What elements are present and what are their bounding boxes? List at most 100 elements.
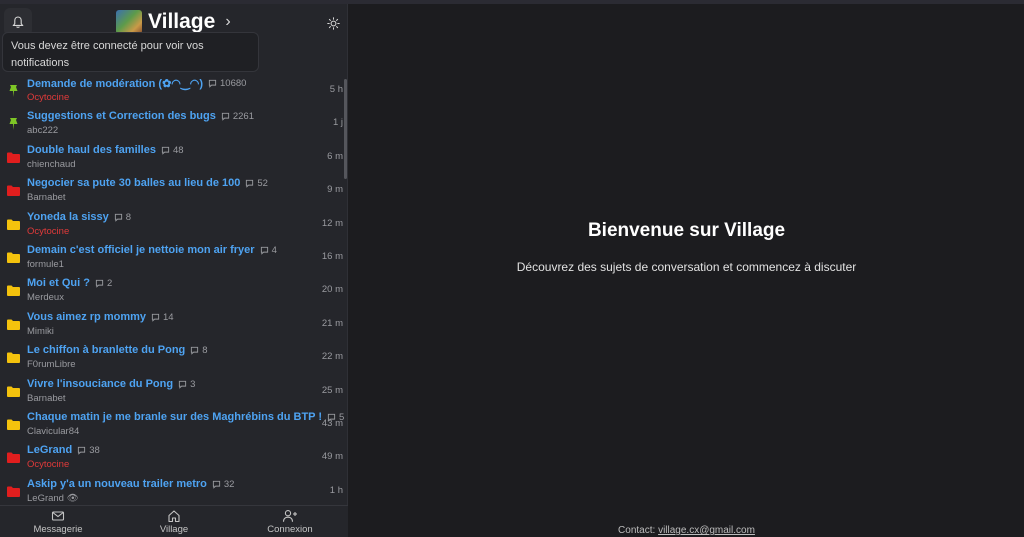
topic-row[interactable]: Demain c'est officiel je nettoie mon air… xyxy=(0,242,348,275)
topic-title: Chaque matin je me branle sur des Maghré… xyxy=(27,411,323,423)
topic-title-link[interactable]: Moi et Qui ? 2 xyxy=(27,277,112,289)
topic-row[interactable]: Suggestions et Correction des bugs 2261 ab… xyxy=(0,108,348,141)
topic-list-scrollbar[interactable] xyxy=(344,79,347,179)
reply-count: 52 xyxy=(245,178,268,189)
topic-author[interactable]: Mimiki xyxy=(27,326,54,337)
contact-email-link[interactable]: village.cx@gmail.com xyxy=(658,525,755,536)
topic-row[interactable]: Negocier sa pute 30 balles au lieu de 10… xyxy=(0,175,348,208)
topic-title: Demande de modération (✿◠‿◠) xyxy=(27,78,203,90)
comment-icon xyxy=(260,246,268,255)
topic-row[interactable]: Le chiffon à branlette du Pong 8 F0rumLibr… xyxy=(0,342,348,375)
folder-yellow-icon xyxy=(6,351,21,364)
topic-title-link[interactable]: Suggestions et Correction des bugs 2261 xyxy=(27,110,254,122)
topic-title-link[interactable]: Demain c'est officiel je nettoie mon air… xyxy=(27,244,277,256)
topic-time: 49 m xyxy=(321,451,343,462)
topic-row[interactable]: Double haul des familles 48 chienchaud 6 m xyxy=(0,142,348,175)
home-icon xyxy=(168,510,180,523)
topic-time: 43 m xyxy=(321,418,343,429)
reply-count: 2 xyxy=(95,278,112,289)
topic-time: 25 m xyxy=(321,385,343,396)
topic-author[interactable]: Ocytocine xyxy=(27,459,69,470)
topic-row[interactable]: Demande de modération (✿◠‿◠) 10680 Ocytoci… xyxy=(0,75,348,108)
village-title-link[interactable]: Village › xyxy=(116,10,231,34)
folder-red-icon xyxy=(6,151,21,164)
topic-title-link[interactable]: Vous aimez rp mommy 14 xyxy=(27,311,174,323)
topic-title-link[interactable]: Demande de modération (✿◠‿◠) 10680 xyxy=(27,77,246,90)
topic-title: Vous aimez rp mommy xyxy=(27,311,146,323)
comment-icon xyxy=(221,112,229,121)
topic-row[interactable]: Vous aimez rp mommy 14 Mimiki 21 m xyxy=(0,309,348,342)
reply-count-value: 4 xyxy=(271,244,277,256)
welcome-heading: Bienvenue sur Village xyxy=(587,220,786,241)
comment-icon xyxy=(178,380,187,389)
folder-red-icon xyxy=(6,485,21,498)
comment-icon xyxy=(114,213,122,222)
reply-count: 3 xyxy=(178,379,195,390)
topic-row[interactable]: Chaque matin je me branle sur des Maghré… xyxy=(0,409,348,442)
topic-title-link[interactable]: Negocier sa pute 30 balles au lieu de 10… xyxy=(27,177,268,189)
topic-author[interactable]: Barnabet xyxy=(27,393,66,404)
topic-title-link[interactable]: Yoneda la sissy 8 xyxy=(27,211,131,223)
reply-count: 32 xyxy=(212,479,234,490)
topic-row[interactable]: Vivre l'insouciance du Pong 3 Barnabet 25 m xyxy=(0,376,348,409)
nav-login[interactable]: Connexion xyxy=(240,509,340,535)
reply-count-value: 14 xyxy=(163,311,174,323)
topic-author[interactable]: abc222 xyxy=(27,125,58,136)
topic-author[interactable]: Merdeux xyxy=(27,292,64,303)
pin-icon xyxy=(6,117,21,130)
mail-icon xyxy=(51,511,65,521)
comment-icon xyxy=(212,480,220,489)
reply-count: 8 xyxy=(114,212,131,223)
theme-toggle-button[interactable] xyxy=(322,12,344,34)
comment-icon xyxy=(151,313,160,322)
contact-label: Contact: xyxy=(618,525,656,536)
topic-row[interactable]: LeGrand 38 Ocytocine 49 m xyxy=(0,442,348,475)
nav-messages[interactable]: Messagerie xyxy=(8,509,108,535)
main-panel: Bienvenue sur Village Découvrez des suje… xyxy=(349,4,1024,537)
topic-time: 1 j xyxy=(332,117,343,128)
topic-title-link[interactable]: Chaque matin je me branle sur des Maghré… xyxy=(27,411,344,423)
topic-row[interactable]: Moi et Qui ? 2 Merdeux 20 m xyxy=(0,275,348,308)
topic-title-link[interactable]: Vivre l'insouciance du Pong 3 xyxy=(27,378,195,390)
topic-title-link[interactable]: Askip y'a un nouveau trailer metro 32 xyxy=(27,478,234,490)
topic-list: Demande de modération (✿◠‿◠) 10680 Ocytoci… xyxy=(0,74,348,505)
sidebar: Village › Vous devez être connecté pour … xyxy=(0,4,348,537)
reply-count: 48 xyxy=(161,145,184,156)
folder-yellow-icon xyxy=(6,284,21,297)
reply-count: 2261 xyxy=(221,111,254,122)
topic-title: Suggestions et Correction des bugs xyxy=(27,110,216,122)
reply-count: 4 xyxy=(260,245,277,256)
page-title: Village xyxy=(148,10,216,33)
nav-messages-label: Messagerie xyxy=(33,524,83,535)
topic-author[interactable]: F0rumLibre xyxy=(27,359,76,370)
bell-icon xyxy=(12,15,24,28)
comment-icon xyxy=(246,179,254,188)
folder-yellow-icon xyxy=(6,418,21,431)
reply-count-value: 48 xyxy=(172,144,184,156)
comment-icon xyxy=(95,279,104,288)
topic-row[interactable]: Yoneda la sissy 8 Ocytocine 12 m xyxy=(0,209,348,242)
topic-row[interactable]: Askip y'a un nouveau trailer metro 32 LeGr… xyxy=(0,476,348,505)
chevron-right-icon: › xyxy=(225,13,231,30)
topic-author[interactable]: Clavicular84 xyxy=(27,426,79,437)
topic-author[interactable]: Ocytocine xyxy=(27,92,69,103)
village-logo xyxy=(116,10,142,34)
reply-count: 8 xyxy=(190,345,208,356)
reply-count-value: 38 xyxy=(89,444,100,456)
reply-count: 38 xyxy=(77,445,100,456)
topic-author[interactable]: chienchaud xyxy=(27,159,76,170)
topic-author[interactable]: Ocytocine xyxy=(27,226,69,237)
nav-village[interactable]: Village xyxy=(124,509,224,535)
topic-title-link[interactable]: Le chiffon à branlette du Pong 8 xyxy=(27,344,208,356)
folder-yellow-icon xyxy=(6,251,21,264)
topic-author[interactable]: formule1 xyxy=(27,259,64,270)
topic-title-link[interactable]: Double haul des familles 48 xyxy=(27,144,184,156)
pin-icon xyxy=(6,84,21,97)
comment-icon xyxy=(161,146,170,155)
topic-author[interactable]: Barnabet xyxy=(27,192,66,203)
topic-time: 16 m xyxy=(321,251,343,262)
topic-author[interactable]: LeGrand 👁 xyxy=(27,493,79,504)
topic-title: Double haul des familles xyxy=(27,144,156,156)
topic-title-link[interactable]: LeGrand 38 xyxy=(27,444,100,456)
reply-count-value: 8 xyxy=(125,211,132,223)
